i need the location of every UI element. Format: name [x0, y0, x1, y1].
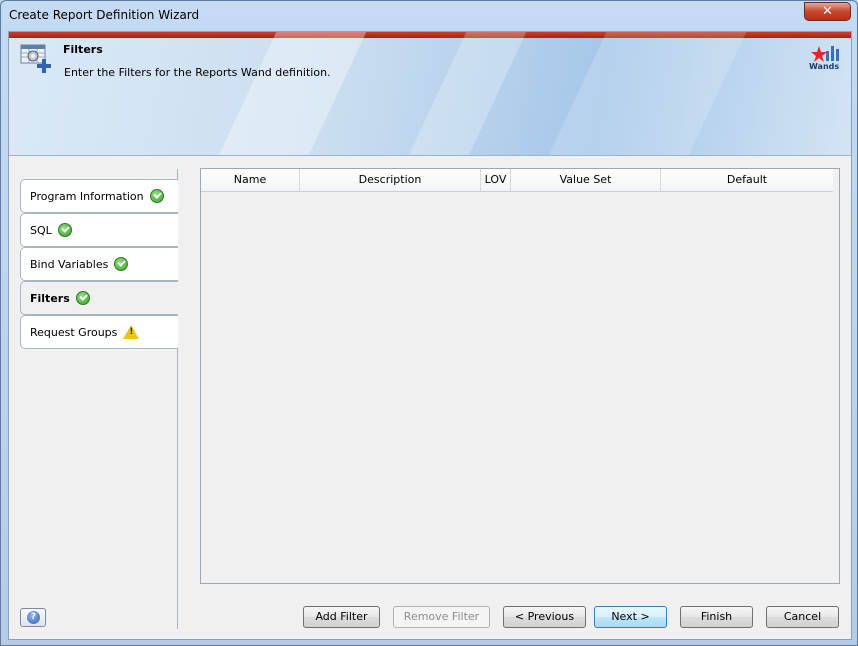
- add-filter-button[interactable]: Add Filter: [303, 606, 380, 628]
- nav-step-label: Program Information: [30, 189, 144, 203]
- finish-button[interactable]: Finish: [680, 606, 753, 628]
- column-header-name[interactable]: Name: [201, 169, 300, 192]
- column-header-value-set[interactable]: Value Set: [511, 169, 661, 192]
- nav-step-bind-variables[interactable]: Bind Variables: [20, 247, 178, 281]
- previous-button[interactable]: < Previous: [503, 606, 586, 628]
- report-filter-icon: [20, 44, 51, 73]
- nav-step-filters[interactable]: Filters: [20, 281, 178, 315]
- page-subtitle: Enter the Filters for the Reports Wand d…: [64, 66, 331, 79]
- close-button[interactable]: ✕: [804, 2, 851, 21]
- filters-table[interactable]: Name Description LOV Value Set Default: [200, 168, 840, 584]
- next-button[interactable]: Next >: [594, 606, 667, 628]
- wands-logo-text: Wands: [809, 62, 840, 71]
- header-banner: Filters Enter the Filters for the Report…: [9, 32, 851, 156]
- remove-filter-button[interactable]: Remove Filter: [393, 606, 490, 628]
- title-bar: Create Report Definition Wizard ✕: [1, 1, 857, 31]
- wizard-window: Create Report Definition Wizard ✕ Filter…: [0, 0, 858, 646]
- column-header-default[interactable]: Default: [661, 169, 833, 192]
- check-icon: [149, 189, 164, 203]
- help-button[interactable]: ?: [20, 608, 46, 627]
- check-icon: [57, 223, 72, 237]
- nav-step-label: Request Groups: [30, 325, 118, 339]
- wizard-step-nav: Program Information SQL Bind Variables F…: [20, 179, 178, 349]
- nav-step-label: SQL: [30, 223, 52, 237]
- window-title: Create Report Definition Wizard: [9, 8, 200, 22]
- nav-step-request-groups[interactable]: Request Groups: [20, 315, 178, 349]
- nav-step-label: Bind Variables: [30, 257, 109, 271]
- nav-step-program-information[interactable]: Program Information: [20, 179, 178, 213]
- page-title: Filters: [63, 43, 103, 56]
- cancel-button[interactable]: Cancel: [766, 606, 839, 628]
- warning-icon: [123, 325, 140, 339]
- table-header: Name Description LOV Value Set Default: [201, 169, 833, 192]
- help-icon: ?: [27, 611, 40, 624]
- column-header-lov[interactable]: LOV: [481, 169, 511, 192]
- wizard-client-area: Filters Enter the Filters for the Report…: [8, 31, 852, 640]
- column-header-description[interactable]: Description: [300, 169, 481, 192]
- check-icon: [114, 257, 129, 271]
- nav-step-label: Filters: [30, 291, 70, 305]
- check-icon: [75, 291, 90, 305]
- nav-step-sql[interactable]: SQL: [20, 213, 178, 247]
